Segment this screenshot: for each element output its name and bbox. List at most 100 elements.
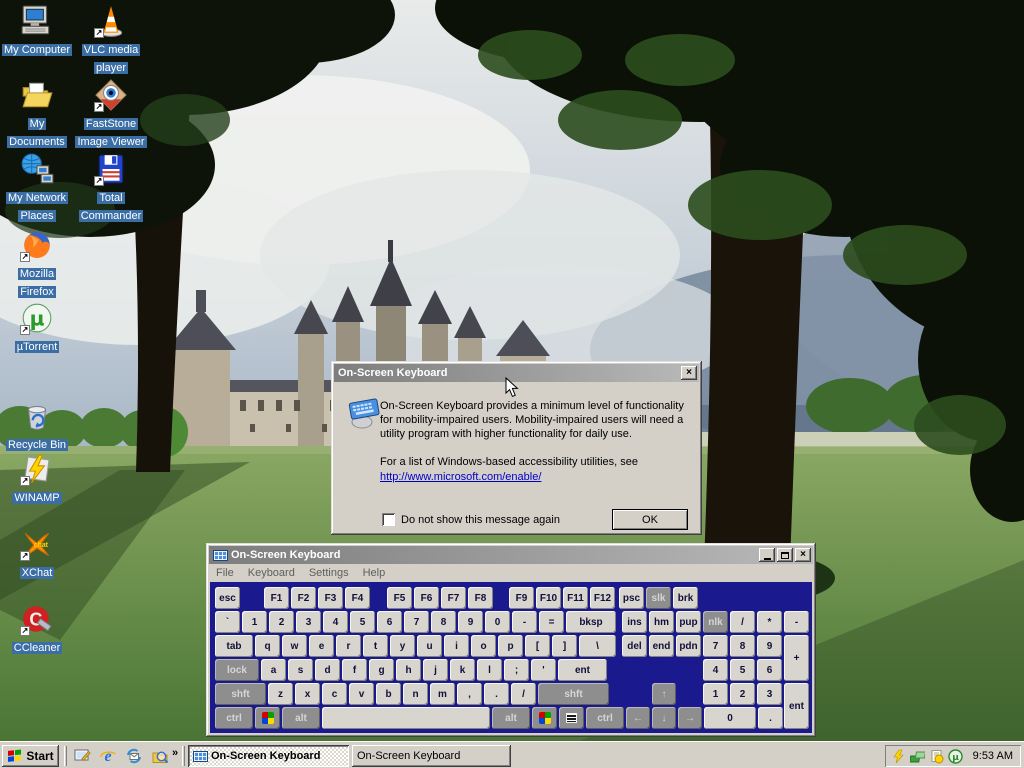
key-h[interactable]: h <box>396 659 421 681</box>
key-a[interactable]: a <box>261 659 286 681</box>
key-brk[interactable]: brk <box>673 587 698 609</box>
key-lock[interactable]: lock <box>215 659 259 681</box>
key-np-8[interactable]: 8 <box>730 635 755 657</box>
key-np-2[interactable]: 2 <box>730 683 755 705</box>
key-f[interactable]: f <box>342 659 367 681</box>
key-x[interactable]: x <box>295 683 320 705</box>
key-psc[interactable]: psc <box>619 587 644 609</box>
key-F4[interactable]: F4 <box>345 587 370 609</box>
key-np-9[interactable]: 9 <box>757 635 782 657</box>
key-np-divide[interactable]: / <box>730 611 755 633</box>
desktop-icon-recycle-bin[interactable]: Recycle Bin <box>1 399 73 453</box>
desktop-icon-my-computer[interactable]: My Computer <box>1 4 73 58</box>
key-F7[interactable]: F7 <box>441 587 466 609</box>
key-win-r[interactable] <box>532 707 557 729</box>
key-F10[interactable]: F10 <box>536 587 561 609</box>
desktop-icon-mozilla-firefox[interactable]: ↗ Mozilla Firefox <box>1 228 73 300</box>
key-o[interactable]: o <box>471 635 496 657</box>
key-d[interactable]: d <box>315 659 340 681</box>
osk-titlebar[interactable]: On-Screen Keyboard × <box>209 546 813 564</box>
key-`[interactable]: ` <box>215 611 240 633</box>
key-w[interactable]: w <box>282 635 307 657</box>
taskbar-button-osk[interactable]: On-Screen Keyboard <box>188 745 349 767</box>
key-F6[interactable]: F6 <box>414 587 439 609</box>
key-up[interactable]: ↑ <box>652 683 676 705</box>
key-v[interactable]: v <box>349 683 374 705</box>
key-F1[interactable]: F1 <box>264 587 289 609</box>
key-;[interactable]: ; <box>504 659 529 681</box>
menu-keyboard[interactable]: Keyboard <box>241 567 302 579</box>
key-down[interactable]: ↓ <box>652 707 676 729</box>
key-np-0[interactable]: 0 <box>704 707 756 729</box>
key-ins[interactable]: ins <box>622 611 647 633</box>
key-np-plus[interactable]: + <box>784 635 809 681</box>
key--[interactable]: - <box>512 611 537 633</box>
dont-show-again-checkbox[interactable] <box>382 513 395 526</box>
key-,[interactable]: , <box>457 683 482 705</box>
key-shft[interactable]: shft <box>215 683 266 705</box>
menu-settings[interactable]: Settings <box>302 567 356 579</box>
ok-button[interactable]: OK <box>612 509 688 530</box>
microsoft-enable-link[interactable]: http://www.microsoft.com/enable/ <box>380 471 541 483</box>
key-4[interactable]: 4 <box>323 611 348 633</box>
key-np-ent[interactable]: ent <box>784 683 809 729</box>
key-slk[interactable]: slk <box>646 587 671 609</box>
desktop-icon-my-documents[interactable]: My Documents <box>1 78 73 150</box>
key-F3[interactable]: F3 <box>318 587 343 609</box>
key-F2[interactable]: F2 <box>291 587 316 609</box>
key-[[interactable]: [ <box>525 635 550 657</box>
key-end[interactable]: end <box>649 635 674 657</box>
key-np-4[interactable]: 4 <box>703 659 728 681</box>
key-right[interactable]: → <box>678 707 702 729</box>
dialog-close-button[interactable]: × <box>681 366 697 380</box>
close-button[interactable]: × <box>795 548 811 562</box>
key-left[interactable]: ← <box>626 707 650 729</box>
quicklaunch-overflow-chevron[interactable]: » <box>172 747 178 759</box>
key-F8[interactable]: F8 <box>468 587 493 609</box>
key-space[interactable] <box>322 707 490 729</box>
key-t[interactable]: t <box>363 635 388 657</box>
key-2[interactable]: 2 <box>269 611 294 633</box>
key-j[interactable]: j <box>423 659 448 681</box>
key-ctrl-r[interactable]: ctrl <box>586 707 624 729</box>
key-hm[interactable]: hm <box>649 611 674 633</box>
desktop-icon-vlc[interactable]: ↗ VLC media player <box>75 4 147 76</box>
key-np-dot[interactable]: . <box>758 707 783 729</box>
key-win-l[interactable] <box>255 707 280 729</box>
key-z[interactable]: z <box>268 683 293 705</box>
key-del[interactable]: del <box>622 635 647 657</box>
desktop-icon-utorrent[interactable]: µ ↗ µTorrent <box>1 301 73 355</box>
key-.[interactable]: . <box>484 683 509 705</box>
desktop-icon-my-network-places[interactable]: My Network Places <box>1 152 73 224</box>
key-bksp[interactable]: bksp <box>566 611 616 633</box>
key-alt[interactable]: alt <box>282 707 320 729</box>
key-1[interactable]: 1 <box>242 611 267 633</box>
key-ent[interactable]: ent <box>558 659 607 681</box>
key-backslash[interactable]: \ <box>579 635 616 657</box>
desktop-icon-total-commander[interactable]: ↗ Total Commander <box>75 152 147 224</box>
key-s[interactable]: s <box>288 659 313 681</box>
quicklaunch-show-desktop-icon[interactable] <box>72 746 92 766</box>
key-np-5[interactable]: 5 <box>730 659 755 681</box>
minimize-button[interactable] <box>759 548 775 562</box>
key-tab[interactable]: tab <box>215 635 253 657</box>
key-shft-r[interactable]: shft <box>538 683 609 705</box>
key-i[interactable]: i <box>444 635 469 657</box>
key-0[interactable]: 0 <box>485 611 510 633</box>
key-p[interactable]: p <box>498 635 523 657</box>
menu-help[interactable]: Help <box>356 567 393 579</box>
key-np-7[interactable]: 7 <box>703 635 728 657</box>
key-n[interactable]: n <box>403 683 428 705</box>
key-5[interactable]: 5 <box>350 611 375 633</box>
quicklaunch-internet-explorer-icon[interactable]: e <box>98 746 118 766</box>
tray-utorrent-icon[interactable]: µ <box>947 748 963 764</box>
key-np-3[interactable]: 3 <box>757 683 782 705</box>
key-l[interactable]: l <box>477 659 502 681</box>
key-'[interactable]: ' <box>531 659 556 681</box>
key-7[interactable]: 7 <box>404 611 429 633</box>
key-g[interactable]: g <box>369 659 394 681</box>
clock[interactable]: 9:53 AM <box>973 750 1013 762</box>
key-][interactable]: ] <box>552 635 577 657</box>
tray-notes-icon[interactable] <box>929 749 944 764</box>
taskbar-button-osk-dialog[interactable]: On-Screen Keyboard <box>352 745 511 767</box>
